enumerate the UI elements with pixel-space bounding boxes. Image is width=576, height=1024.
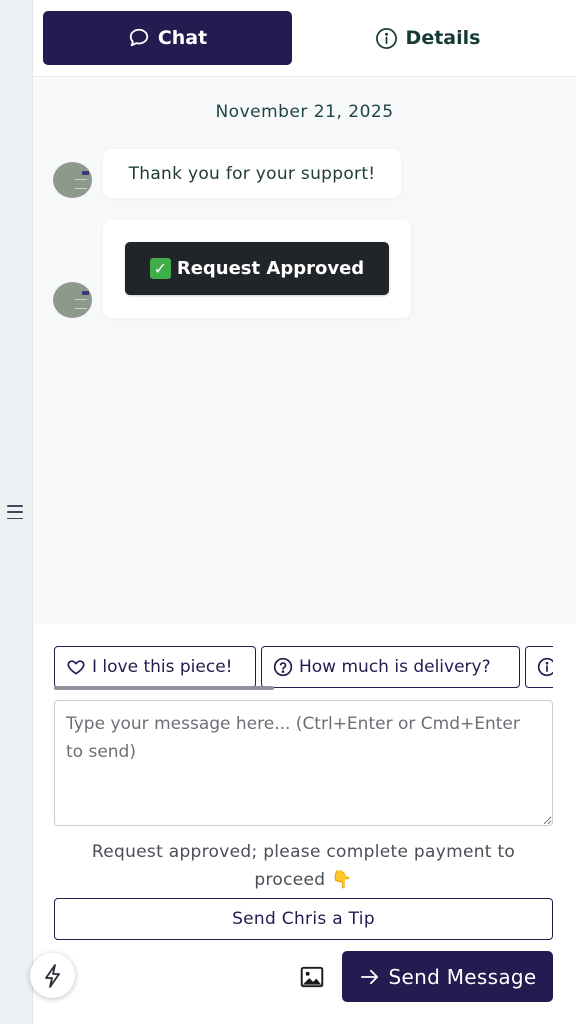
tab-details[interactable]: Details (303, 11, 552, 65)
horizontal-scrollbar[interactable] (54, 686, 274, 690)
quick-reply-love[interactable]: I love this piece! (54, 646, 256, 688)
quick-reply-label: I love this piece! (92, 657, 233, 677)
tab-bar: Chat Details (33, 0, 576, 77)
message-bubble: Thank you for your support! (103, 149, 401, 198)
message-input[interactable] (54, 700, 553, 826)
arrow-right-icon (360, 969, 378, 984)
chat-bubble-icon (129, 28, 148, 47)
tab-chat-label: Chat (157, 27, 208, 49)
check-mark-icon: ✓ (149, 258, 171, 279)
quick-reply-info[interactable] (525, 646, 553, 688)
composer-panel: I love this piece! How much is delivery?… (33, 624, 576, 1024)
question-circle-icon (273, 657, 293, 677)
avatar (53, 282, 92, 318)
tab-chat[interactable]: Chat (43, 11, 292, 65)
request-approved-label: Request Approved (176, 258, 365, 279)
send-message-button[interactable]: Send Message (342, 951, 553, 1002)
quick-reply-label: How much is delivery? (299, 657, 491, 677)
date-divider: November 21, 2025 (215, 102, 394, 122)
tab-details-label: Details (405, 27, 481, 49)
payment-notice: Request approved; please complete paymen… (54, 838, 553, 894)
hamburger-menu-icon[interactable] (7, 505, 23, 519)
lightning-bolt-icon[interactable] (30, 953, 75, 998)
quick-replies[interactable]: I love this piece! How much is delivery? (54, 646, 553, 690)
message-text: Thank you for your support! (128, 163, 376, 184)
pointing-down-emoji: 👇 (331, 870, 353, 890)
send-message-label: Send Message (388, 964, 537, 989)
left-rail (0, 0, 33, 1024)
info-circle-icon (537, 657, 553, 677)
send-tip-button[interactable]: Send Chris a Tip (54, 898, 553, 940)
info-circle-icon (375, 27, 397, 49)
message-bubble: ✓ Request Approved (103, 220, 411, 318)
quick-reply-delivery[interactable]: How much is delivery? (261, 646, 520, 688)
image-upload-icon[interactable] (299, 964, 325, 990)
avatar (53, 162, 92, 198)
chat-messages-area[interactable]: November 21, 2025 Thank you for your sup… (33, 78, 576, 624)
payment-notice-text: Request approved; please complete paymen… (91, 842, 516, 890)
send-tip-label: Send Chris a Tip (232, 909, 375, 929)
heart-icon (67, 660, 85, 675)
request-approved-button[interactable]: ✓ Request Approved (125, 242, 389, 295)
